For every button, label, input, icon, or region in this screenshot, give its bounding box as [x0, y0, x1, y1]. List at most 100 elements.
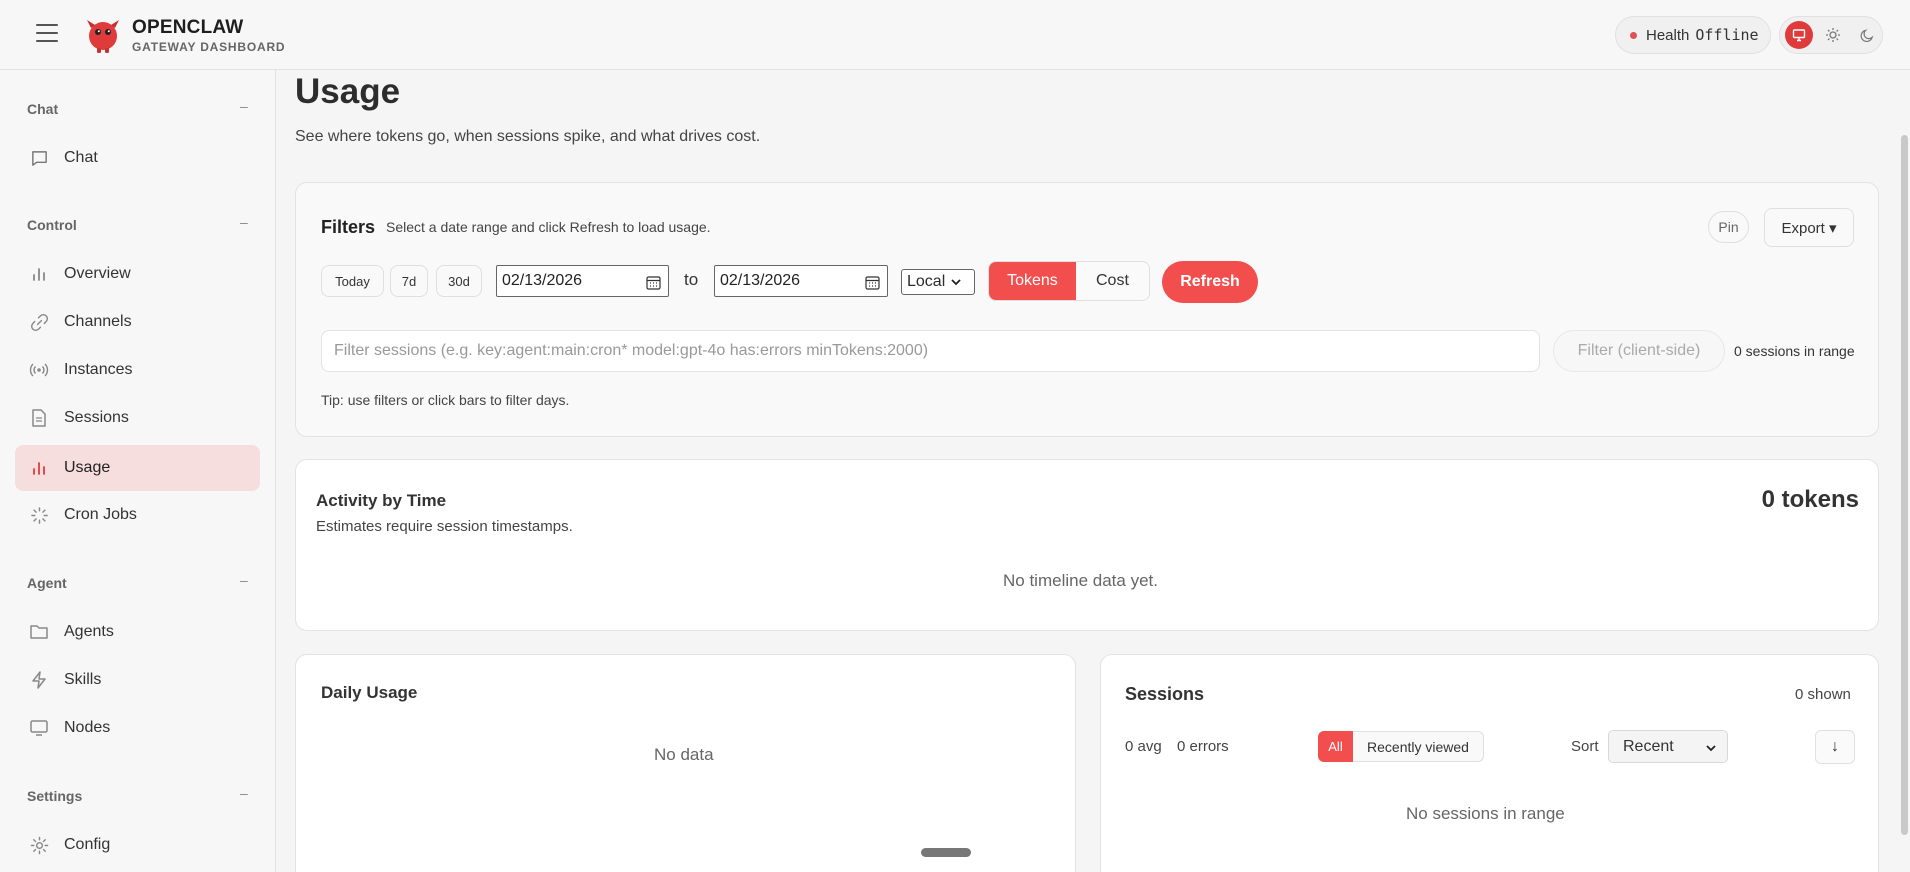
monitor-icon [29, 718, 49, 738]
sessions-empty-state: No sessions in range [1406, 804, 1565, 823]
export-button[interactable]: Export ▾ [1764, 208, 1854, 247]
sidebar-item-label: Overview [64, 265, 131, 282]
filters-title: Filters [321, 217, 376, 237]
sidebar-item-instances[interactable]: Instances [15, 347, 260, 393]
hamburger-menu-icon[interactable] [36, 24, 58, 44]
health-status: Offline [1695, 26, 1759, 44]
monitor-icon [1792, 29, 1806, 42]
sidebar-item-nodes[interactable]: Nodes [15, 705, 260, 751]
chat-bubble-icon [29, 148, 49, 168]
collapse-settings-icon[interactable]: – [240, 785, 248, 801]
calendar-icon [646, 276, 661, 290]
sessions-shown-count: 0 shown [1795, 686, 1851, 703]
preset-30d-button[interactable]: 30d [436, 265, 482, 297]
collapse-control-icon[interactable]: – [240, 214, 248, 230]
sidebar-section-control: Control [27, 217, 77, 233]
collapse-agent-icon[interactable]: – [240, 572, 248, 588]
theme-light-button[interactable] [1819, 21, 1847, 49]
sidebar-item-label: Agents [64, 623, 114, 640]
openclaw-logo [87, 20, 119, 53]
sidebar-item-sessions[interactable]: Sessions [15, 395, 260, 441]
mode-toggle: Tokens Cost [988, 261, 1150, 301]
sidebar-item-label: Usage [64, 459, 111, 476]
sidebar-item-agents[interactable]: Agents [15, 609, 260, 655]
sort-value: Recent [1623, 737, 1674, 755]
sidebar-section-agent: Agent [27, 575, 67, 591]
sidebar-item-label: Skills [64, 671, 102, 688]
activity-total-tokens: 0 tokens [1761, 486, 1859, 513]
sidebar-item-label: Config [64, 836, 111, 853]
sidebar-item-label: Channels [64, 313, 132, 330]
end-date-input[interactable]: 02/13/2026 [714, 265, 888, 297]
filters-tip: Tip: use filters or click bars to filter… [321, 392, 570, 408]
health-label: Health [1646, 26, 1690, 44]
mode-tokens-button[interactable]: Tokens [989, 262, 1076, 300]
sidebar-item-label: Nodes [64, 719, 111, 736]
preset-today-button[interactable]: Today [321, 265, 384, 297]
client-filter-button[interactable]: Filter (client-side) [1553, 330, 1725, 372]
activity-subtitle: Estimates require session timestamps. [316, 518, 573, 535]
timezone-value: Local [907, 273, 946, 290]
document-icon [29, 408, 49, 428]
sessions-tab-recently-viewed[interactable]: Recently viewed [1353, 731, 1484, 762]
sidebar-item-cron-jobs[interactable]: Cron Jobs [15, 492, 260, 538]
page-subtitle: See where tokens go, when sessions spike… [295, 128, 761, 145]
session-filter-input[interactable]: Filter sessions (e.g. key:agent:main:cro… [321, 330, 1540, 372]
brand-title: OPENCLAW [132, 17, 244, 38]
folder-icon [29, 622, 49, 642]
sidebar: Chat – Chat Control – Overview Channels … [0, 70, 276, 872]
chevron-down-icon [951, 279, 961, 286]
sidebar-item-usage[interactable]: Usage [15, 445, 260, 491]
link-icon [29, 312, 49, 332]
scrollbar-thumb[interactable] [1901, 135, 1908, 835]
bar-chart-icon [29, 264, 49, 284]
timezone-select[interactable]: Local [901, 269, 975, 295]
chevron-down-icon [1706, 745, 1716, 752]
sidebar-item-label: Chat [64, 149, 98, 166]
resize-handle[interactable] [921, 848, 971, 857]
refresh-button[interactable]: Refresh [1162, 261, 1258, 303]
to-label: to [684, 270, 699, 289]
gear-icon [29, 835, 49, 855]
bar-chart-icon [29, 458, 49, 478]
sessions-errors: 0 errors [1177, 738, 1229, 755]
start-date-value: 02/13/2026 [502, 272, 583, 289]
daily-usage-empty-state: No data [654, 745, 714, 764]
theme-dark-button[interactable] [1853, 21, 1881, 49]
sidebar-item-label: Instances [64, 361, 133, 378]
sessions-in-range-count: 0 sessions in range [1734, 343, 1855, 359]
sidebar-item-skills[interactable]: Skills [15, 657, 260, 703]
status-dot-icon [1630, 31, 1637, 39]
sidebar-item-label: Cron Jobs [64, 506, 137, 523]
sidebar-item-label: Sessions [64, 409, 129, 426]
sun-icon [1826, 28, 1840, 42]
sessions-title: Sessions [1125, 684, 1205, 704]
preset-7d-button[interactable]: 7d [390, 265, 428, 297]
collapse-chat-icon[interactable]: – [240, 98, 248, 114]
activity-title: Activity by Time [316, 491, 447, 510]
sort-select[interactable]: Recent [1608, 730, 1728, 763]
loader-icon [29, 505, 49, 525]
sort-label: Sort [1571, 738, 1599, 755]
sidebar-section-settings: Settings [27, 788, 83, 804]
top-bar: OPENCLAW GATEWAY DASHBOARD Health Offlin… [0, 0, 1910, 70]
sort-direction-button[interactable]: ↓ [1815, 730, 1855, 764]
sessions-tab-all[interactable]: All [1318, 731, 1353, 762]
sidebar-item-overview[interactable]: Overview [15, 251, 260, 297]
sidebar-item-channels[interactable]: Channels [15, 299, 260, 345]
theme-system-button[interactable] [1785, 21, 1813, 49]
sidebar-item-config[interactable]: Config [15, 822, 260, 868]
sessions-avg: 0 avg [1125, 738, 1162, 755]
calendar-icon [865, 276, 880, 290]
end-date-value: 02/13/2026 [720, 272, 801, 289]
daily-usage-title: Daily Usage [321, 683, 418, 702]
sidebar-item-chat[interactable]: Chat [15, 135, 260, 181]
filters-hint: Select a date range and click Refresh to… [386, 219, 711, 235]
sessions-card [1100, 654, 1879, 872]
activity-card [295, 459, 1879, 631]
pin-button[interactable]: Pin [1708, 211, 1749, 243]
lightning-icon [29, 670, 49, 690]
mode-cost-button[interactable]: Cost [1075, 262, 1149, 300]
activity-empty-state: No timeline data yet. [1003, 571, 1158, 590]
start-date-input[interactable]: 02/13/2026 [496, 265, 669, 297]
